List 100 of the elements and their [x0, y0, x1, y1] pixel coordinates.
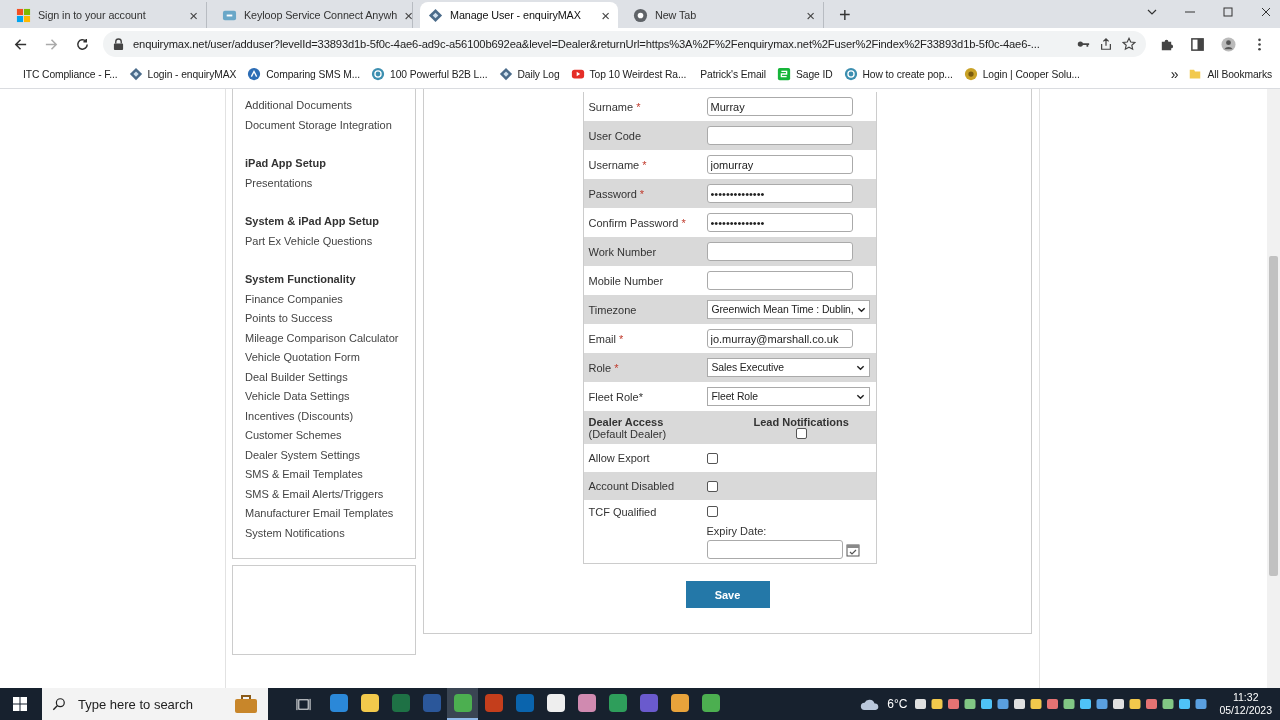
close-icon[interactable] [1260, 6, 1272, 18]
close-tab-button[interactable]: × [601, 7, 610, 23]
close-tab-button[interactable]: × [189, 7, 198, 23]
video-play-icon [570, 67, 585, 81]
more-bookmarks-button[interactable]: » [1170, 66, 1179, 82]
text-field[interactable]: •••••••••••••• [706, 213, 853, 232]
windows-start-icon[interactable] [12, 696, 28, 712]
sidebar-link[interactable]: Dealer System Settings [245, 445, 403, 465]
reload-icon[interactable] [75, 36, 90, 52]
checkbox[interactable] [795, 428, 807, 439]
briefcase-icon [234, 694, 258, 714]
bookmark-link[interactable]: 100 Powerful B2B L... [390, 68, 488, 80]
address-bar[interactable]: enquirymax.net/user/adduser?levelId=33893d1b-5f0c-4ae6-ad9c-a56100b692ea&level=Dealer&returnUrl=https%3A%2F%2Fenquirymax.net%2Fuser%2Findex%2F33893d1b-5f0c-4ae6-... [103, 31, 1146, 57]
task-view-icon[interactable] [296, 696, 311, 712]
clock[interactable]: 11:32 05/12/2023 [1219, 691, 1272, 717]
field-label: Account Disabled [588, 480, 676, 492]
field-label: TCF Qualified [588, 506, 658, 518]
sidebar-link[interactable]: SMS & Email Alerts/Triggers [245, 484, 403, 504]
checkbox[interactable] [706, 506, 718, 517]
browser-tab[interactable]: New Tab × [625, 2, 824, 28]
sidebar-link[interactable]: Finance Companies [245, 289, 403, 309]
search-field[interactable]: Type here to search [42, 688, 268, 720]
sidebar-link[interactable]: Manufacturer Email Templates [245, 504, 403, 524]
field-label: Username * [588, 158, 648, 171]
sidebar-link[interactable]: Incentives (Discounts) [245, 406, 403, 426]
sidebar-link[interactable]: Presentations [245, 173, 403, 193]
bookmark-link[interactable]: Daily Log [517, 68, 560, 80]
sidebar-link[interactable]: Customer Schemes [245, 426, 403, 446]
sidebar-link[interactable]: Part Ex Vehicle Questions [245, 231, 403, 251]
browser-tab[interactable]: Sign in to your account × [8, 2, 207, 28]
share-icon[interactable] [1099, 37, 1113, 51]
field-label: Work Number [588, 245, 658, 258]
field-label: Timezone [588, 303, 638, 316]
bookmark-link[interactable]: Login - enquiryMAX [147, 68, 237, 80]
sidebar-link[interactable]: Vehicle Quotation Form [245, 348, 403, 368]
text-field[interactable] [706, 271, 853, 290]
bookmark-link[interactable]: ITC Compliance - F... [20, 68, 118, 80]
windows-logo-icon [16, 7, 31, 23]
swirl-icon [371, 67, 385, 81]
text-field[interactable]: jo.murray@marshall.co.uk [706, 329, 853, 348]
date-field[interactable] [706, 540, 843, 559]
expiry-date-label: Expiry Date: [706, 525, 768, 537]
save-button[interactable]: Save [685, 581, 770, 608]
text-field[interactable]: jomurray [706, 155, 853, 174]
bookmark-link[interactable]: Sage ID [796, 68, 833, 80]
star-icon[interactable] [1122, 37, 1136, 51]
field-label: Password * [588, 187, 646, 200]
sidebar-heading: System Functionality [245, 272, 357, 287]
sidebar-heading: iPad App Setup [245, 156, 327, 171]
field-label: Fleet Role* [588, 390, 644, 403]
sidebar-link[interactable]: Document Storage Integration [245, 115, 403, 135]
bookmark-link[interactable]: Patrick's Email [697, 68, 766, 80]
bookmark-link[interactable]: Top 10 Weirdest Ra... [589, 68, 687, 80]
close-tab-button[interactable]: × [404, 7, 413, 23]
browser-tab[interactable]: Keyloop Service Connect Anywh × [214, 2, 413, 28]
dropdown[interactable]: Fleet Role [706, 387, 870, 406]
tab-title: Sign in to your account [38, 9, 147, 21]
field-label: Dealer Access [588, 415, 665, 428]
text-field[interactable]: Murray [706, 97, 853, 116]
column-heading: Lead Notifications [753, 416, 849, 428]
text-field[interactable] [706, 126, 853, 145]
avatar-icon[interactable] [1221, 36, 1236, 52]
sidebar-link[interactable]: System Notifications [245, 523, 403, 543]
field-label: Role * [588, 361, 620, 374]
text-field[interactable] [706, 242, 853, 261]
bookmark-link[interactable]: Comparing SMS M... [266, 68, 360, 80]
search-input[interactable]: Type here to search [76, 695, 224, 713]
sidebar-link[interactable]: Additional Documents [245, 96, 403, 116]
checkbox[interactable] [706, 452, 718, 464]
calendar-icon[interactable] [845, 542, 860, 557]
browser-tab[interactable]: Manage User - enquiryMAX × [420, 2, 618, 28]
sidebar-link[interactable]: SMS & Email Templates [245, 465, 403, 485]
dropdown[interactable]: Sales Executive [706, 358, 870, 377]
sidebar-link[interactable]: Vehicle Data Settings [245, 387, 403, 407]
chevron-down-icon [855, 392, 865, 401]
dropdown[interactable]: Greenwich Mean Time : Dublin, [706, 300, 870, 319]
diamond-icon [128, 67, 143, 81]
tab-title: New Tab [655, 9, 698, 21]
checkbox[interactable] [706, 480, 718, 492]
all-bookmarks-button[interactable]: All Bookmarks [1188, 67, 1272, 81]
text-field[interactable]: •••••••••••••• [706, 184, 853, 203]
lock-icon [113, 37, 124, 51]
new-tab-button[interactable]: + [839, 5, 851, 25]
diamond-icon [498, 67, 513, 81]
field-sublabel: (Default Dealer) [588, 427, 668, 440]
sidebar-icon[interactable] [1190, 36, 1205, 52]
sidebar-link[interactable]: Points to Success [245, 309, 403, 329]
sidebar-link[interactable]: Mileage Comparison Calculator [245, 328, 403, 348]
bookmark-link[interactable]: Login | Cooper Solu... [982, 68, 1080, 80]
scrollbar-thumb[interactable] [1269, 256, 1278, 576]
folder-icon [1188, 67, 1203, 81]
bookmark-link[interactable]: How to create pop... [862, 68, 953, 80]
field-label: Confirm Password * [588, 216, 687, 229]
chevron-down-icon [855, 363, 865, 372]
swirl-icon [843, 67, 858, 81]
close-tab-button[interactable]: × [806, 7, 815, 23]
field-label: Email * [588, 332, 625, 345]
sidebar-heading: System & iPad App Setup [245, 214, 381, 229]
sidebar-link[interactable]: Deal Builder Settings [245, 367, 403, 387]
maximize-icon[interactable] [1222, 6, 1234, 18]
